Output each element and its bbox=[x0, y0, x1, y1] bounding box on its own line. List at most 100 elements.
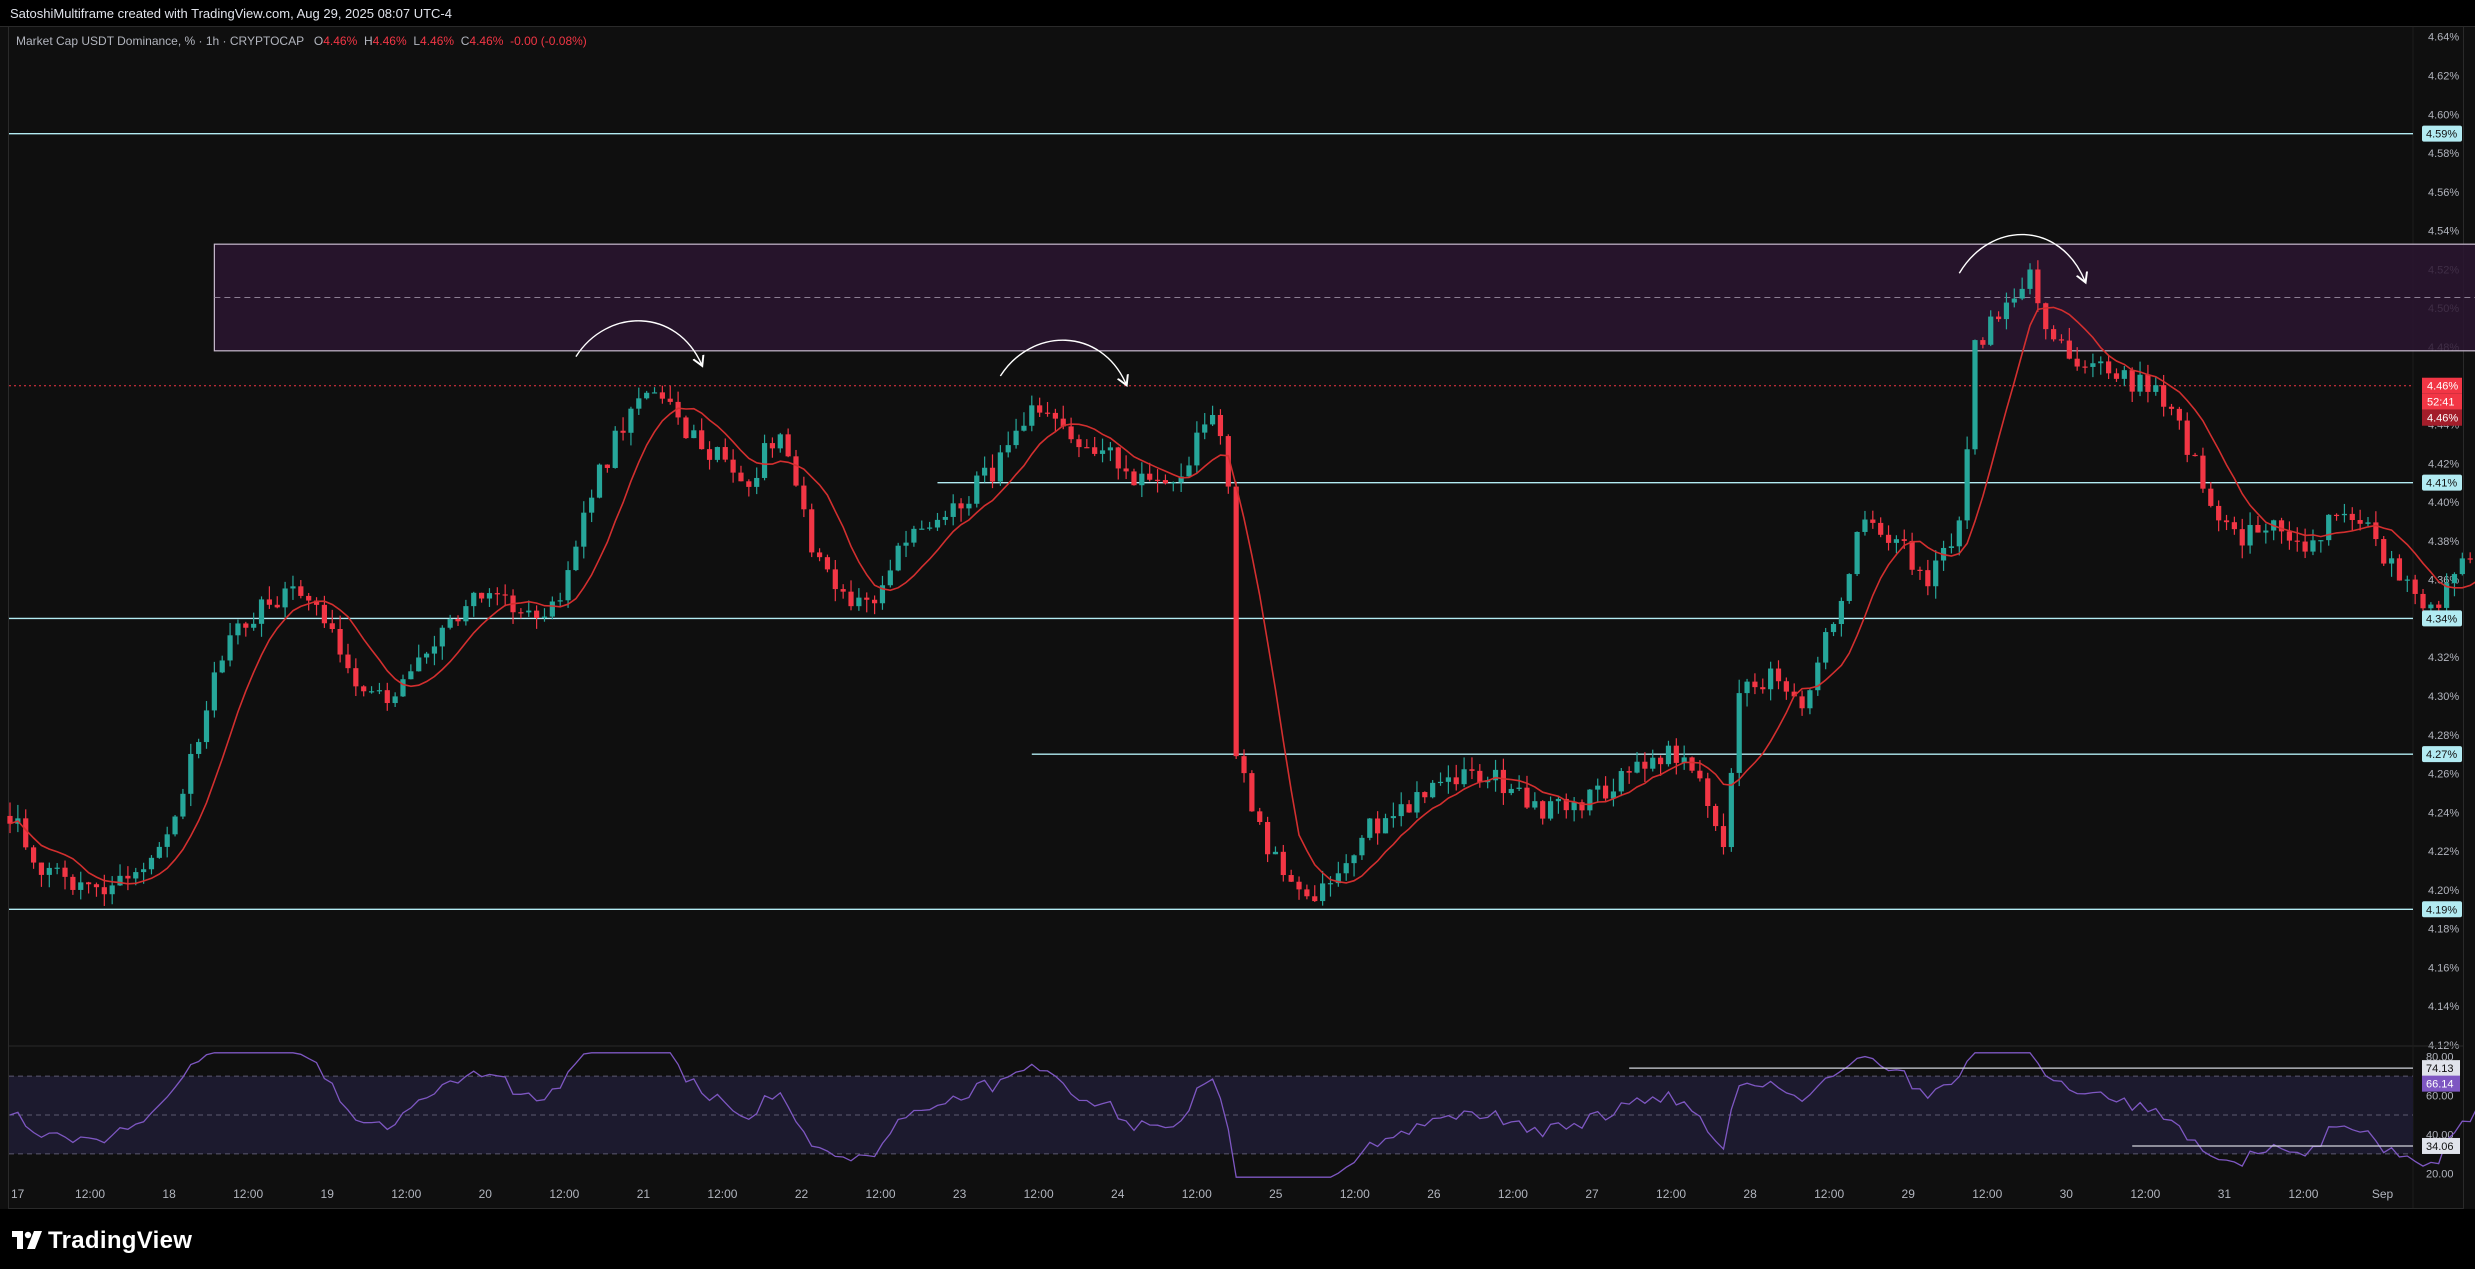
candle-body bbox=[1343, 863, 1349, 874]
candle-body bbox=[2168, 406, 2175, 409]
candle-body bbox=[927, 527, 933, 529]
candle-body bbox=[816, 552, 823, 558]
candle-body bbox=[1595, 785, 1601, 790]
candle-body bbox=[306, 595, 312, 601]
candle-body bbox=[2451, 574, 2458, 584]
rsi-last-value-text: 66.14 bbox=[2426, 1079, 2454, 1091]
candle-body bbox=[2192, 454, 2198, 457]
candle-body bbox=[1500, 769, 1506, 794]
candle-body bbox=[455, 619, 461, 622]
candle-body bbox=[282, 588, 288, 608]
candle-body bbox=[2058, 339, 2065, 341]
candle-body bbox=[78, 882, 84, 890]
candle-body bbox=[761, 443, 768, 478]
candle-body bbox=[1893, 539, 1899, 543]
candle-body bbox=[2365, 522, 2371, 524]
time-axis-tick-label: 12:00 bbox=[2130, 1187, 2160, 1201]
candle-body bbox=[1933, 560, 1939, 587]
time-axis-tick-label: 23 bbox=[953, 1187, 967, 1201]
candle-body bbox=[2176, 408, 2182, 421]
candle-body bbox=[651, 392, 658, 394]
candle-body bbox=[824, 557, 831, 570]
time-axis-tick-label: 12:00 bbox=[233, 1187, 263, 1201]
candle-body bbox=[1021, 425, 1027, 431]
candle-body bbox=[70, 876, 76, 890]
candle-body bbox=[746, 481, 752, 487]
candle-body bbox=[38, 862, 45, 875]
candle-body bbox=[2113, 373, 2120, 379]
candle-body bbox=[589, 497, 595, 513]
candle-body bbox=[2294, 540, 2300, 542]
candle-body bbox=[290, 586, 296, 589]
candle-body bbox=[101, 887, 107, 895]
candle-body bbox=[1532, 801, 1538, 808]
candle-body bbox=[1783, 681, 1789, 692]
time-axis-tick-label: 12:00 bbox=[549, 1187, 579, 1201]
legend-symbol: Market Cap USDT Dominance, % · 1h · CRYP… bbox=[16, 34, 304, 48]
candle-body bbox=[950, 503, 956, 517]
legend-open-label: O bbox=[313, 34, 324, 48]
candle-body bbox=[1602, 785, 1609, 799]
candle-body bbox=[2098, 361, 2104, 364]
candle-body bbox=[164, 834, 170, 847]
candle-body bbox=[1972, 340, 1978, 450]
candle-body bbox=[919, 528, 925, 530]
candle-body bbox=[903, 542, 909, 546]
price-axis-tick-label: 4.14% bbox=[2428, 1001, 2459, 1013]
candle-body bbox=[1139, 473, 1145, 486]
candle-body bbox=[392, 696, 398, 704]
price-chart-svg[interactable]: 4.64%4.62%4.60%4.58%4.56%4.54%4.52%4.50%… bbox=[0, 0, 2475, 1269]
candle-body bbox=[1272, 851, 1279, 855]
time-axis-tick-label: 12:00 bbox=[1972, 1187, 2002, 1201]
candle-body bbox=[1744, 681, 1750, 694]
candle-body bbox=[1799, 696, 1805, 709]
candle-body bbox=[2263, 530, 2269, 533]
candle-body bbox=[148, 857, 155, 870]
candle-body bbox=[2412, 579, 2418, 594]
candle-body bbox=[2208, 488, 2214, 506]
candle-body bbox=[2310, 540, 2316, 552]
candle-body bbox=[2428, 604, 2434, 609]
candle-body bbox=[1202, 424, 1208, 433]
candle-body bbox=[471, 592, 477, 607]
candle-body bbox=[368, 691, 375, 693]
candle-body bbox=[1209, 414, 1216, 425]
candle-body bbox=[659, 392, 665, 399]
price-axis-tick-label: 4.26% bbox=[2428, 769, 2459, 781]
candle-body bbox=[1862, 519, 1868, 532]
candle-body bbox=[2082, 366, 2088, 368]
candle-body bbox=[1115, 447, 1121, 469]
candle-body bbox=[30, 847, 37, 863]
candle-body bbox=[1626, 771, 1632, 773]
candle-body bbox=[109, 885, 115, 895]
price-axis-tick-label: 4.64% bbox=[2428, 32, 2459, 44]
candle-body bbox=[1901, 539, 1907, 541]
candle-body bbox=[2459, 558, 2465, 575]
candle-body bbox=[1076, 439, 1082, 448]
time-axis-tick-label: 12:00 bbox=[1182, 1187, 1212, 1201]
candle-body bbox=[494, 593, 500, 595]
candle-body bbox=[1736, 693, 1742, 773]
candle-body bbox=[1775, 668, 1782, 682]
time-axis-tick-label: 12:00 bbox=[391, 1187, 421, 1201]
candle-body bbox=[691, 430, 697, 439]
candle-body bbox=[1217, 414, 1224, 437]
candle-body bbox=[636, 398, 642, 409]
candle-body bbox=[2035, 269, 2041, 304]
price-axis-tick-label: 4.32% bbox=[2428, 652, 2459, 664]
candle-body bbox=[439, 627, 445, 647]
candle-body bbox=[549, 601, 555, 617]
brand-name: TradingView bbox=[48, 1227, 193, 1254]
level-price-badge-text: 4.27% bbox=[2426, 749, 2457, 761]
candle-body bbox=[274, 604, 280, 608]
candle-body bbox=[1823, 632, 1829, 663]
candle-body bbox=[337, 629, 343, 655]
candle-body bbox=[754, 477, 760, 487]
legend-open-value: 4.46% bbox=[323, 34, 358, 48]
candle-body bbox=[1917, 569, 1923, 571]
candle-body bbox=[2349, 513, 2355, 521]
level-price-badge-text: 4.34% bbox=[2426, 613, 2457, 625]
candle-body bbox=[2106, 361, 2112, 374]
candle-body bbox=[353, 668, 359, 687]
price-axis-tick-label: 4.16% bbox=[2428, 962, 2459, 974]
